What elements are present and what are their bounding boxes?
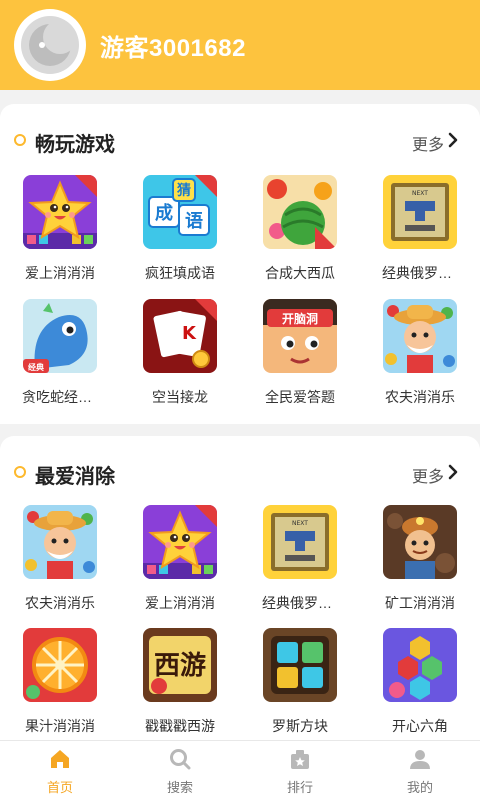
farmer-game-icon [23, 505, 97, 579]
game-name: 疯狂填成语 [145, 265, 215, 281]
game-name: 贪吃蛇经典版 [22, 389, 106, 405]
more-link[interactable]: 更多 [412, 131, 444, 155]
game-name: 经典俄罗斯方块 [382, 265, 480, 281]
idiom-char-1: 成 [155, 202, 173, 224]
game-name: 农夫消消乐 [25, 595, 95, 611]
snake-game-icon: 经典 [23, 299, 97, 373]
game-tile[interactable]: 开心六角 [360, 628, 480, 748]
tab-search[interactable]: 搜索 [120, 741, 240, 800]
bottom-tab-bar: 首页 搜索 排行 我的 [0, 740, 480, 800]
game-name: 合成大西瓜 [265, 265, 335, 281]
star-game-icon [143, 505, 217, 579]
idiom-badge: 猜 [176, 182, 191, 199]
brain-badge: 开脑洞 [282, 311, 318, 326]
avatar[interactable] [14, 9, 86, 81]
game-name: 果汁消消消 [25, 718, 95, 734]
section-title: 畅玩游戏 [35, 134, 115, 156]
gem-block-game-icon [263, 628, 337, 702]
tab-label: 搜索 [166, 780, 193, 795]
juice-game-icon [23, 628, 97, 702]
game-tile[interactable]: 合成大西瓜 [240, 175, 360, 295]
section-title: 最爱消除 [35, 466, 115, 488]
profile-icon [410, 750, 430, 769]
game-tile[interactable]: NEXT 经典俄罗斯方块 [360, 175, 480, 295]
section-bullet-icon [14, 134, 26, 146]
tab-profile[interactable]: 我的 [360, 741, 480, 800]
game-name: 全民爱答题 [265, 389, 335, 405]
game-tile[interactable]: 开脑洞 全民爱答题 [240, 299, 360, 419]
freecell-game-icon: K [143, 299, 217, 373]
game-name: 爱上消消消 [25, 265, 95, 281]
home-icon [51, 750, 69, 768]
tetris-next-label: NEXT [292, 520, 308, 527]
tab-label: 排行 [286, 780, 313, 795]
watermelon-game-icon [263, 175, 337, 249]
chevron-right-icon[interactable] [446, 463, 460, 481]
xiyou-logo-text: 西游 [154, 651, 206, 681]
game-tile[interactable]: K 空当接龙 [120, 299, 240, 419]
game-name: 矿工消消消 [385, 595, 455, 611]
game-tile[interactable]: 农夫消消乐 [0, 505, 120, 625]
game-tile[interactable]: 罗斯方块 [240, 628, 360, 748]
section-play-games: 畅玩游戏 更多 爱上消消消 成 语 猜 疯狂填成语 合成大西瓜 NEXT 经典俄… [0, 104, 480, 424]
tab-home[interactable]: 首页 [0, 741, 120, 800]
miner-game-icon [383, 505, 457, 579]
star-game-icon [23, 175, 97, 249]
tab-ranking[interactable]: 排行 [240, 741, 360, 800]
game-tile[interactable]: 矿工消消消 [360, 505, 480, 625]
tab-label: 首页 [46, 780, 73, 795]
idiom-char-2: 语 [185, 211, 203, 232]
game-tile[interactable]: 西游 戳戳戳西游 [120, 628, 240, 748]
game-tile[interactable]: NEXT 经典俄罗斯方块 [240, 505, 360, 625]
tab-label: 我的 [406, 780, 433, 795]
xiyou-game-icon: 西游 [143, 628, 217, 702]
search-icon [170, 749, 191, 770]
section-header: 畅玩游戏 更多 [0, 104, 480, 174]
avatar-placeholder-icon [21, 16, 79, 74]
game-name: 爱上消消消 [145, 595, 215, 611]
section-favorite-match: 最爱消除 更多 农夫消消乐 爱上消消消 NEXT 经典俄罗斯方块 矿工消消消 果… [0, 436, 480, 746]
game-tile[interactable]: 农夫消消乐 [360, 299, 480, 419]
game-name: 开心六角 [392, 718, 448, 734]
idiom-game-icon: 成 语 猜 [143, 175, 217, 249]
game-tile[interactable]: 成 语 猜 疯狂填成语 [120, 175, 240, 295]
game-tile[interactable]: 经典 贪吃蛇经典版 [0, 299, 120, 419]
tetris-game-icon: NEXT [263, 505, 337, 579]
card-king: K [182, 323, 197, 344]
farmer-game-icon [383, 299, 457, 373]
game-name: 农夫消消乐 [385, 389, 455, 405]
tetris-game-icon: NEXT [383, 175, 457, 249]
game-name: 罗斯方块 [272, 718, 328, 734]
game-tile[interactable]: 爱上消消消 [0, 175, 120, 295]
game-name: 经典俄罗斯方块 [262, 595, 360, 611]
game-tile[interactable]: 果汁消消消 [0, 628, 120, 748]
rank-icon [291, 750, 309, 769]
chevron-right-icon[interactable] [446, 131, 460, 149]
game-tile[interactable]: 爱上消消消 [120, 505, 240, 625]
hexagon-game-icon [383, 628, 457, 702]
game-name: 空当接龙 [152, 389, 208, 405]
username: 游客3001682 [100, 35, 246, 62]
section-bullet-icon [14, 466, 26, 478]
section-header: 最爱消除 更多 [0, 436, 480, 506]
profile-header: 游客3001682 [0, 0, 480, 90]
more-link[interactable]: 更多 [412, 463, 444, 487]
tetris-next-label: NEXT [412, 190, 428, 197]
classic-badge: 经典 [28, 362, 44, 372]
quiz-game-icon: 开脑洞 [263, 299, 337, 373]
game-name: 戳戳戳西游 [145, 718, 215, 734]
